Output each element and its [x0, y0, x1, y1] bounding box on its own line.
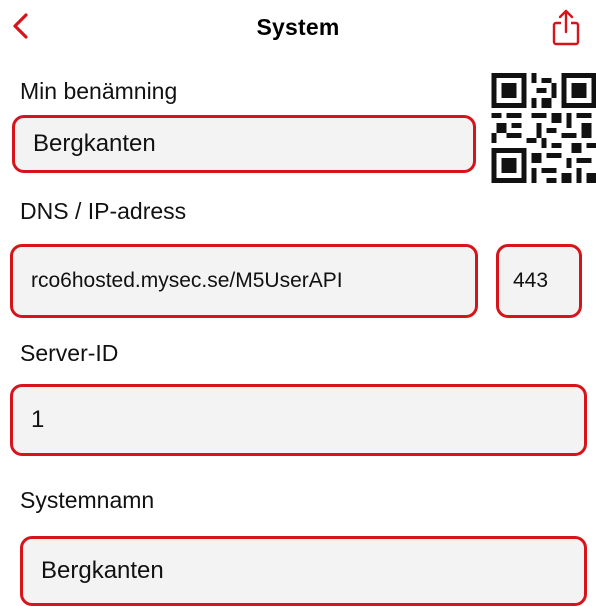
dns-label: DNS / IP-adress	[20, 198, 186, 225]
name-field[interactable]: Bergkanten	[12, 115, 476, 173]
port-field[interactable]: 443	[496, 244, 582, 318]
page-title: System	[0, 14, 596, 41]
server-id-field[interactable]: 1	[10, 384, 587, 456]
share-button[interactable]	[549, 8, 583, 46]
name-field-value: Bergkanten	[33, 130, 156, 158]
port-field-value: 443	[513, 269, 548, 293]
dns-field-value: rco6hosted.mysec.se/M5UserAPI	[31, 269, 343, 293]
server-id-label: Server-ID	[20, 340, 118, 367]
qr-code-icon	[491, 73, 596, 183]
system-name-label: Systemnamn	[20, 487, 154, 514]
server-id-field-value: 1	[31, 406, 44, 434]
name-label: Min benämning	[20, 78, 177, 105]
qr-code-button[interactable]	[491, 73, 596, 183]
share-icon	[549, 8, 583, 46]
dns-field[interactable]: rco6hosted.mysec.se/M5UserAPI	[10, 244, 478, 318]
system-name-field-value: Bergkanten	[41, 557, 164, 585]
